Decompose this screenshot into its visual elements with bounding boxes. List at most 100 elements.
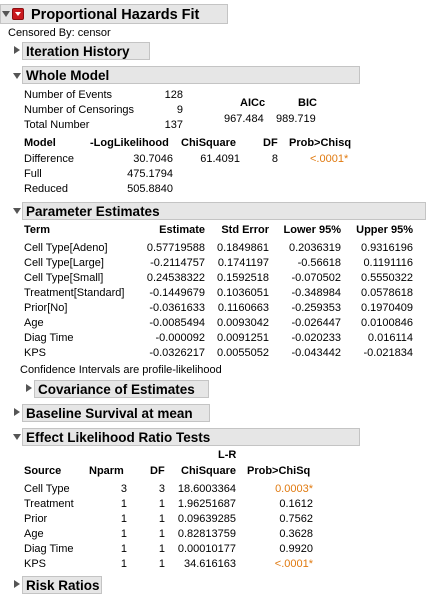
stderr-value: 0.0093042 [217,317,269,329]
col-header: Upper 95% [356,224,413,236]
source-label: Treatment [24,498,74,510]
df-value: 8 [271,153,278,165]
nparm-value: 1 [120,543,127,555]
prob-value: 0.9920 [279,543,313,555]
col-header: ChiSquare [181,465,237,477]
stderr-value: 0.0055052 [217,347,269,359]
source-label: Age [24,528,44,540]
df-value: 1 [158,498,165,510]
estimate-value: -0.000092 [155,332,205,344]
term-label: Cell Type[Large] [24,257,104,269]
col-header: Model [24,137,56,149]
estimate-value: -0.0326217 [149,347,205,359]
upper95-value: 0.9316196 [361,242,413,254]
estimate-value: 0.57719588 [146,242,205,254]
collapse-triangle-icon[interactable] [13,434,21,440]
stderr-value: 0.1849861 [217,242,269,254]
report-title: Proportional Hazards Fit [31,7,200,23]
stderr-value: 0.1592518 [217,272,269,284]
count-value: 128 [164,89,183,101]
col-header: DF [263,137,278,149]
bic-label: BIC [298,97,317,109]
estimate-value: -0.0085494 [149,317,205,329]
estimate-value: -0.1449679 [149,287,205,299]
lower95-value: -0.259353 [291,302,341,314]
stderr-value: 0.1036051 [217,287,269,299]
effect-lr-header[interactable]: Effect Likelihood Ratio Tests [22,428,360,446]
expand-triangle-icon[interactable] [14,408,20,416]
parameter-estimates-header[interactable]: Parameter Estimates [22,202,426,220]
ci-note: Confidence Intervals are profile-likelih… [20,364,222,376]
df-value: 1 [158,528,165,540]
prob-value: <.0001* [274,558,313,570]
stderr-value: 0.0091251 [217,332,269,344]
df-value: 3 [158,483,165,495]
nparm-value: 1 [120,513,127,525]
col-header: ChiSquare [181,137,237,149]
estimate-value: -0.2114757 [150,257,205,269]
chisq-value: 18.6003364 [177,483,236,495]
expand-triangle-icon[interactable] [26,384,32,392]
whole-model-header[interactable]: Whole Model [22,66,360,84]
prob-value: 0.0003* [275,483,313,495]
lr-header-top: L-R [218,449,237,461]
upper95-value: 0.1191116 [363,257,413,269]
covariance-header[interactable]: Covariance of Estimates [34,380,209,398]
col-header: Term [24,224,51,236]
stderr-value: 0.1741197 [217,257,269,269]
censored-by-label: Censored By: censor [8,27,111,39]
upper95-value: 0.0100846 [361,317,413,329]
upper95-value: -0.021834 [363,347,413,359]
col-header: Std Error [221,224,269,236]
loglik-value: 475.1794 [127,168,173,180]
chisq-value: 0.00010177 [177,543,236,555]
col-header: Prob>Chisq [289,137,352,149]
df-value: 1 [158,543,165,555]
baseline-survival-header[interactable]: Baseline Survival at mean [22,404,210,422]
prob-value: 0.7562 [279,513,313,525]
col-header: Prob>ChiSq [247,465,311,477]
collapse-triangle-icon[interactable] [13,208,21,214]
iteration-history-header[interactable]: Iteration History [22,42,150,60]
expand-triangle-icon[interactable] [14,46,20,54]
prob-value: 0.3628 [279,528,313,540]
lower95-value: -0.070502 [291,272,341,284]
loglik-value: 30.7046 [133,153,173,165]
count-label: Total Number [24,119,90,131]
prob-value: <.0001* [310,153,349,165]
nparm-value: 1 [120,528,127,540]
expand-triangle-icon[interactable] [14,580,20,588]
col-header: Source [24,465,62,477]
lower95-value: -0.020233 [291,332,341,344]
chisq-value: 1.96251687 [177,498,236,510]
collapse-triangle-icon[interactable] [13,73,21,79]
nparm-value: 1 [120,558,127,570]
aicc-value: 967.484 [224,113,264,125]
model-label: Full [24,168,42,180]
chisq-value: 0.09639285 [177,513,236,525]
nparm-value: 1 [120,498,127,510]
col-header: Nparm [89,465,124,477]
term-label: Cell Type[Small] [24,272,104,284]
risk-ratios-header[interactable]: Risk Ratios [22,576,102,594]
source-label: Cell Type [24,483,70,495]
source-label: KPS [24,558,47,570]
model-label: Reduced [24,183,69,195]
df-value: 1 [158,513,165,525]
estimate-value: -0.0361633 [149,302,205,314]
upper95-value: 0.016114 [367,332,413,344]
col-header: Lower 95% [283,224,341,236]
source-label: Diag Time [24,543,74,555]
term-label: Age [24,317,44,329]
model-label: Difference [24,153,74,165]
col-header: -LogLikelihood [90,137,169,149]
collapse-triangle-icon[interactable] [2,11,10,17]
prob-value: 0.1612 [279,498,313,510]
loglik-value: 505.8840 [127,183,173,195]
chisq-value: 34.616163 [184,558,236,570]
red-triangle-menu-icon[interactable] [12,8,24,20]
nparm-value: 3 [120,483,127,495]
term-label: Treatment[Standard] [24,287,125,299]
report-title-bar: Proportional Hazards Fit [0,4,228,24]
col-header: DF [150,465,165,477]
